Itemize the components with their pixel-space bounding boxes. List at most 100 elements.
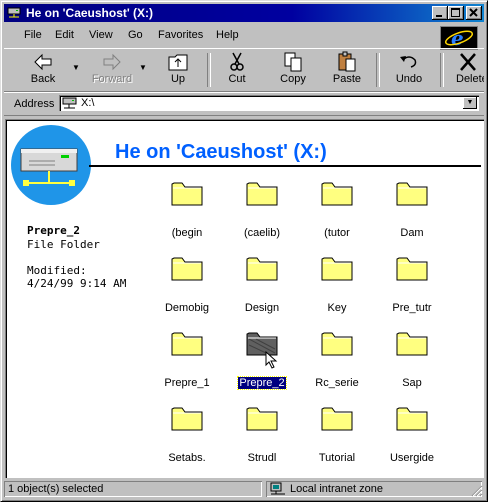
folder-item[interactable]: Pre_tutr <box>375 254 449 314</box>
cut-button[interactable]: Cut <box>218 51 256 85</box>
menu-help[interactable]: Help <box>216 29 239 41</box>
forward-dropdown-icon[interactable]: ▼ <box>139 63 147 72</box>
up-label: Up <box>170 73 186 85</box>
folder-label: (caelib) <box>243 227 281 239</box>
selected-item-name: Prepre_2 <box>27 224 80 237</box>
folder-item[interactable]: Demobig <box>150 254 224 314</box>
forward-arrow-icon <box>103 53 121 71</box>
maximize-button[interactable] <box>448 6 464 20</box>
folder-item[interactable]: (begin <box>150 179 224 239</box>
menu-file[interactable]: File <box>24 29 42 41</box>
network-drive-large-icon <box>11 125 91 205</box>
menu-edit[interactable]: Edit <box>55 29 74 41</box>
folder-icon <box>246 257 278 281</box>
address-bar: Address X:\ ▼ <box>4 92 484 116</box>
folder-label: (tutor <box>324 227 350 239</box>
folder-item[interactable]: (caelib) <box>225 179 299 239</box>
maximize-icon <box>451 8 460 17</box>
folder-label: Setabs. <box>168 452 206 464</box>
copy-label: Copy <box>280 73 306 85</box>
minimize-button[interactable] <box>432 6 448 20</box>
folder-icon <box>396 332 428 356</box>
scissors-icon <box>230 52 244 71</box>
folder-label: Usergide <box>389 452 435 464</box>
paste-button[interactable]: Paste <box>328 51 366 85</box>
folder-label: Dam <box>400 227 424 239</box>
up-folder-icon <box>168 54 188 71</box>
folder-label: Pre_tutr <box>392 302 432 314</box>
menu-bar: File Edit View Go Favorites Help e <box>4 25 484 50</box>
folder-item[interactable]: Sap <box>375 329 449 389</box>
selected-item-type: File Folder <box>27 238 100 251</box>
folder-item[interactable]: Rc_serie <box>300 329 374 389</box>
status-bar: 1 object(s) selected Local intranet zone <box>4 480 484 498</box>
delete-x-icon <box>460 53 476 71</box>
menu-go[interactable]: Go <box>128 29 143 41</box>
folder-item[interactable]: Design <box>225 254 299 314</box>
up-button[interactable]: Up <box>159 51 197 85</box>
folder-label: Strudl <box>247 452 277 464</box>
folder-item[interactable]: Key <box>300 254 374 314</box>
folder-label: Prepre_2 <box>237 376 287 390</box>
folder-item[interactable]: Prepre_1 <box>150 329 224 389</box>
folder-item[interactable]: Dam <box>375 179 449 239</box>
forward-button[interactable]: Forward <box>88 51 136 85</box>
folder-icon <box>171 182 203 206</box>
intranet-zone-icon <box>270 482 285 495</box>
paste-label: Paste <box>332 73 362 85</box>
menu-favorites[interactable]: Favorites <box>158 29 203 41</box>
folder-label: Design <box>244 302 280 314</box>
folder-view[interactable]: He on 'Caeushost' (X:) Prepre_2 File Fol… <box>5 119 484 478</box>
title-divider <box>89 165 481 167</box>
minimize-icon <box>436 15 442 17</box>
folder-item[interactable]: Setabs. <box>150 404 224 464</box>
folder-item[interactable]: (tutor <box>300 179 374 239</box>
folder-label: Tutorial <box>318 452 356 464</box>
cut-label: Cut <box>228 73 246 85</box>
toolbar-separator <box>440 53 444 87</box>
chevron-down-icon: ▼ <box>466 99 474 106</box>
folder-label: Sap <box>402 377 422 389</box>
explorer-window: He on 'Caeushost' (X:) File Edit View Go… <box>0 0 488 502</box>
modified-date: 4/24/99 9:14 AM <box>27 277 127 290</box>
resize-grip-icon[interactable] <box>471 485 483 497</box>
ie-logo: e <box>440 26 478 50</box>
folder-label: Key <box>327 302 347 314</box>
status-pane-selection: 1 object(s) selected <box>4 481 262 497</box>
status-selection-text: 1 object(s) selected <box>8 483 104 495</box>
folder-icon <box>246 182 278 206</box>
back-button[interactable]: Back <box>24 51 62 85</box>
folder-icon <box>321 332 353 356</box>
network-drive-icon <box>7 7 21 18</box>
back-dropdown-icon[interactable]: ▼ <box>72 63 80 72</box>
folder-icon <box>396 257 428 281</box>
toolbar-separator <box>207 53 211 87</box>
forward-label: Forward <box>91 73 133 85</box>
address-value: X:\ <box>81 97 95 109</box>
folder-item[interactable]: Strudl <box>225 404 299 464</box>
address-input[interactable]: X:\ ▼ <box>59 95 479 111</box>
network-drive-icon <box>62 97 77 109</box>
status-zone-text: Local intranet zone <box>290 483 383 495</box>
address-label: Address <box>14 98 55 110</box>
toolbar-separator <box>376 53 380 87</box>
folder-icon <box>321 257 353 281</box>
folder-icon <box>171 257 203 281</box>
folder-item[interactable]: Usergide <box>375 404 449 464</box>
delete-button[interactable]: Delete <box>450 51 484 85</box>
folder-item[interactable]: Tutorial <box>300 404 374 464</box>
undo-icon <box>400 56 417 68</box>
internet-explorer-icon: e <box>444 26 474 50</box>
address-dropdown-button[interactable]: ▼ <box>463 97 477 109</box>
title-bar[interactable]: He on 'Caeushost' (X:) <box>4 4 484 22</box>
menu-view[interactable]: View <box>89 29 113 41</box>
copy-button[interactable]: Copy <box>274 51 312 85</box>
folder-label: Demobig <box>164 302 210 314</box>
undo-button[interactable]: Undo <box>390 51 428 85</box>
folder-label: Rc_serie <box>315 377 359 389</box>
toolbar: Back ▼ Forward ▼ Up Cut Copy Paste Undo … <box>4 48 484 92</box>
modified-label: Modified: <box>27 264 87 277</box>
folder-icon <box>396 407 428 431</box>
folder-item[interactable]: Prepre_2 <box>225 329 299 390</box>
close-button[interactable] <box>466 6 482 20</box>
